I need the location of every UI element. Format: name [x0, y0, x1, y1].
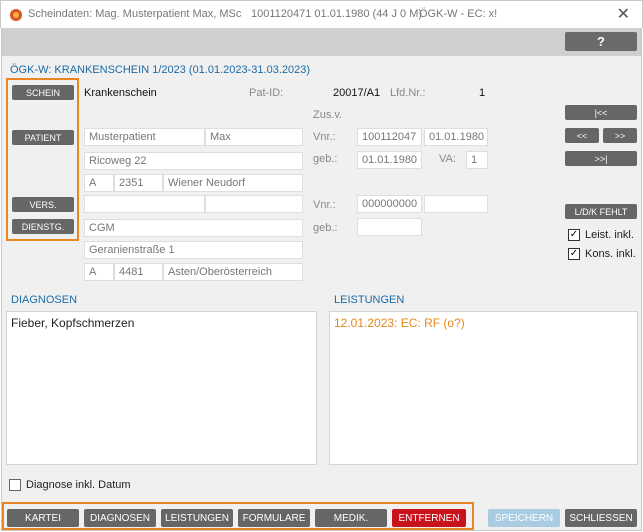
scheindaten-dialog: ? ÖGK-W: KRANKENSCHEIN 1/2023 (01.01.202…	[1, 28, 642, 531]
help-button[interactable]: ?	[565, 32, 637, 51]
employer-city-field[interactable]: Asten/Oberösterreich	[163, 263, 303, 281]
insured-geb-label: geb.:	[313, 222, 338, 234]
patient-vnr-date-field[interactable]: 01.01.1980	[424, 128, 488, 146]
nav-next-button[interactable]: >>	[603, 128, 637, 143]
patient-lastname-field[interactable]: Musterpatient	[84, 128, 205, 146]
patient-vnr-label: Vnr.:	[313, 131, 336, 143]
insured-geb-field[interactable]	[357, 218, 422, 236]
insured-vnr-label: Vnr.:	[313, 199, 336, 211]
insured-lastname-field[interactable]	[84, 195, 205, 213]
toolbar: ?	[2, 28, 641, 56]
patient-va-label: VA:	[439, 153, 456, 165]
patient-country-field[interactable]: A	[84, 174, 114, 192]
diagnose-inkl-datum-label: Diagnose inkl. Datum	[26, 479, 131, 491]
diagnosen-textarea[interactable]: Fieber, Kopfschmerzen	[6, 311, 317, 465]
kartei-button[interactable]: KARTEI	[7, 509, 79, 527]
kons-inkl-label: Kons. inkl.	[585, 248, 636, 260]
app-icon	[10, 9, 22, 21]
leist-inkl-checkbox[interactable]: ✓ Leist. inkl.	[568, 229, 634, 241]
patient-geb-label: geb.:	[313, 153, 338, 165]
sidebar-highlight	[6, 78, 79, 241]
window-title-patient: Scheindaten: Mag. Musterpatient Max, MSc	[28, 8, 242, 20]
leistungen-button[interactable]: LEISTUNGEN	[161, 509, 233, 527]
diagnosen-title: DIAGNOSEN	[11, 294, 78, 306]
patid-label: Pat-ID:	[249, 87, 284, 99]
lfdnr-label: Lfd.Nr.:	[390, 87, 426, 99]
patient-geb-field[interactable]: 01.01.1980	[357, 151, 422, 169]
insured-vnr-field[interactable]: 000000000	[357, 195, 422, 213]
nav-first-button[interactable]: |<<	[565, 105, 637, 120]
checkbox-checked-icon[interactable]: ✓	[568, 229, 580, 241]
employer-street-field[interactable]: Geranienstraße 1	[84, 241, 303, 259]
zusv-label: Zus.v.	[313, 109, 343, 121]
nav-last-button[interactable]: >>|	[565, 151, 637, 166]
page-title: ÖGK-W: KRANKENSCHEIN 1/2023 (01.01.2023-…	[10, 64, 311, 76]
diagnosen-text: Fieber, Kopfschmerzen	[11, 316, 135, 330]
entfernen-button[interactable]: ENTFERNEN	[392, 509, 466, 527]
window-titlebar: Scheindaten: Mag. Musterpatient Max, MSc…	[0, 0, 643, 28]
window-title-vnr: 1001120471 01.01.1980 (44 J 0 M)	[251, 8, 423, 20]
patient-city-field[interactable]: Wiener Neudorf	[163, 174, 303, 192]
employer-zip-field[interactable]: 4481	[114, 263, 163, 281]
schein-type: Krankenschein	[84, 87, 157, 99]
patient-button[interactable]: PATIENT	[12, 130, 74, 145]
speichern-button[interactable]: SPEICHERN	[488, 509, 560, 527]
dienstg-button[interactable]: DIENSTG.	[12, 219, 74, 234]
patient-zip-field[interactable]: 2351	[114, 174, 163, 192]
formulare-button[interactable]: FORMULARE	[238, 509, 310, 527]
leistungen-list[interactable]: 12.01.2023: EC: RF (o?)	[329, 311, 638, 465]
medik-button[interactable]: MEDIK.	[315, 509, 387, 527]
insured-firstname-field[interactable]	[205, 195, 303, 213]
schein-button[interactable]: SCHEIN	[12, 85, 74, 100]
nav-prev-button[interactable]: <<	[565, 128, 599, 143]
employer-country-field[interactable]: A	[84, 263, 114, 281]
lfdnr-value: 1	[479, 87, 486, 99]
close-icon[interactable]: ✕	[617, 4, 630, 24]
ldk-fehlt-button[interactable]: L/D/K FEHLT	[565, 204, 637, 219]
vers-button[interactable]: VERS.	[12, 197, 74, 212]
leist-inkl-label: Leist. inkl.	[585, 229, 634, 241]
diagnosen-button[interactable]: DIAGNOSEN	[84, 509, 156, 527]
leistungen-title: LEISTUNGEN	[334, 294, 405, 306]
checkbox-unchecked-icon[interactable]	[9, 479, 21, 491]
insured-vnr-date-field[interactable]	[424, 195, 488, 213]
employer-name-field[interactable]: CGM	[84, 219, 303, 237]
leistung-entry[interactable]: 12.01.2023: EC: RF (o?)	[334, 316, 465, 330]
patient-street-field[interactable]: Ricoweg 22	[84, 152, 303, 170]
patient-vnr-field[interactable]: 100112047	[357, 128, 422, 146]
patid-value: 20017/A1	[333, 87, 381, 99]
patient-va-field[interactable]: 1	[466, 151, 488, 169]
kons-inkl-checkbox[interactable]: ✓ Kons. inkl.	[568, 248, 636, 260]
diagnose-inkl-datum-checkbox[interactable]: Diagnose inkl. Datum	[9, 479, 131, 491]
window-title-insurance: ÖGK-W - EC: x!	[419, 8, 498, 20]
checkbox-checked-icon[interactable]: ✓	[568, 248, 580, 260]
patient-firstname-field[interactable]: Max	[205, 128, 303, 146]
schliessen-button[interactable]: SCHLIESSEN	[565, 509, 637, 527]
